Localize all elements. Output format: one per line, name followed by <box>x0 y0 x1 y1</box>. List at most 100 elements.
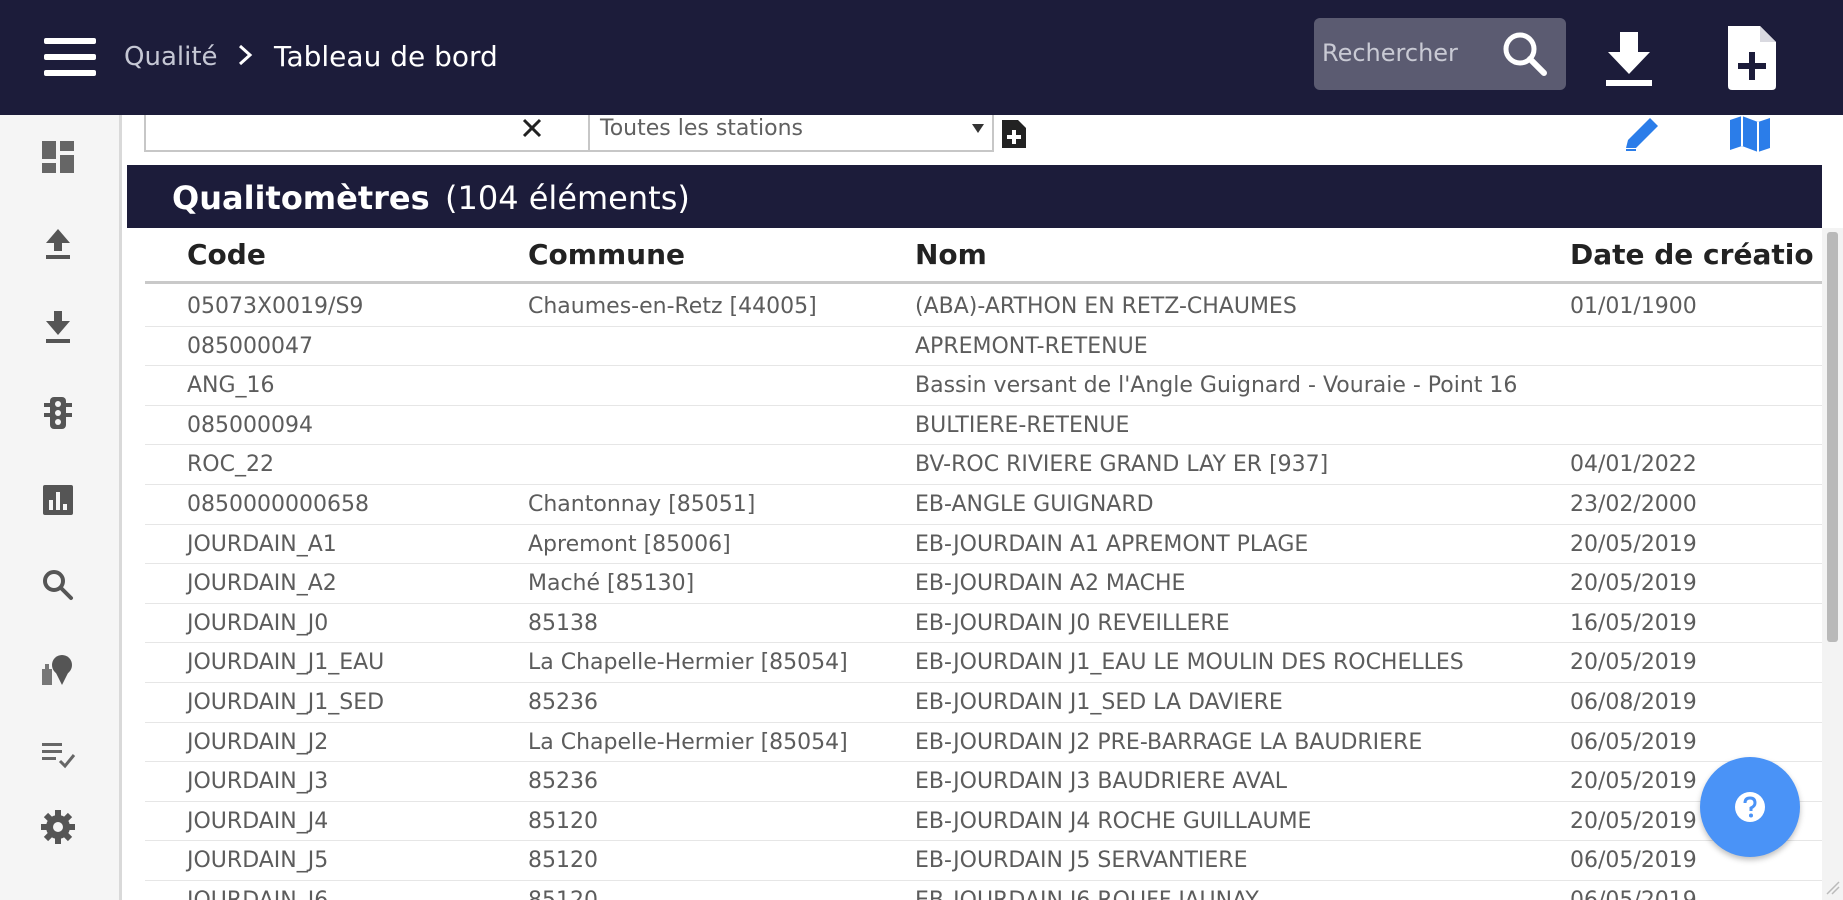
cell-nom: EB-JOURDAIN J2 PRE-BARRAGE LA BAUDRIERE <box>915 729 1423 755</box>
cell-nom: BV-ROC RIVIERE GRAND LAY ER [937] <box>915 452 1329 478</box>
dashboard-icon[interactable] <box>38 137 78 177</box>
table-row[interactable]: JOURDAIN_J2 La Chapelle-Hermier [85054] EB… <box>145 723 1823 763</box>
map-icon[interactable] <box>1726 114 1774 154</box>
cell-code: 085000047 <box>187 333 313 359</box>
cell-commune: La Chapelle-Hermier [85054] <box>528 729 848 755</box>
table-header: Code Commune Nom Date de créatio <box>145 228 1823 284</box>
search-icon[interactable] <box>1498 28 1554 80</box>
cell-commune: Apremont [85006] <box>528 531 731 557</box>
cell-date: 20/05/2019 <box>1570 531 1697 557</box>
table-row[interactable]: 085000094 BULTIERE-RETENUE <box>145 406 1823 446</box>
cell-date: 20/05/2019 <box>1570 808 1697 834</box>
vertical-scrollbar[interactable] <box>1822 228 1843 900</box>
scrollbar-thumb[interactable] <box>1827 232 1838 642</box>
new-document-icon[interactable] <box>1718 20 1786 94</box>
panel-header: Qualitomètres (104 éléments) <box>127 165 1822 228</box>
map-pin-icon[interactable] <box>38 651 78 691</box>
column-header-code[interactable]: Code <box>187 238 266 271</box>
cell-commune: 85236 <box>528 769 598 795</box>
cell-nom: EB-ANGLE GUIGNARD <box>915 492 1154 517</box>
cell-code: JOURDAIN_A2 <box>187 571 337 597</box>
table-row[interactable]: JOURDAIN_J0 85138 EB-JOURDAIN J0 REVEILLER… <box>145 604 1823 644</box>
table-row[interactable]: JOURDAIN_J6 85120 EB-JOURDAIN J6 ROUFF JAU… <box>145 881 1823 900</box>
download-icon[interactable] <box>1596 24 1662 90</box>
table-row[interactable]: ROC_22 BV-ROC RIVIERE GRAND LAY ER [937] 0… <box>145 445 1823 485</box>
table-row[interactable]: JOURDAIN_J1_SED 85236 EB-JOURDAIN J1_SED L… <box>145 683 1823 723</box>
cell-nom: APREMONT-RETENUE <box>915 333 1148 359</box>
cell-nom: EB-JOURDAIN J0 REVEILLERE <box>915 610 1230 636</box>
cell-nom: EB-JOURDAIN A1 APREMONT PLAGE <box>915 531 1309 557</box>
column-header-commune[interactable]: Commune <box>528 238 685 271</box>
gear-icon[interactable] <box>38 807 78 847</box>
table-row[interactable]: JOURDAIN_J4 85120 EB-JOURDAIN J4 ROCHE GUI… <box>145 802 1823 842</box>
station-select[interactable]: Toutes les stations <box>588 112 994 152</box>
help-button[interactable] <box>1700 757 1800 857</box>
table-row[interactable]: 05073X0019/S9 Chaumes-en-Retz [44005] (ABA… <box>145 287 1823 327</box>
column-header-date[interactable]: Date de créatio <box>1570 238 1814 271</box>
cell-date: 06/05/2019 <box>1570 848 1697 874</box>
cell-code: JOURDAIN_J2 <box>187 729 329 755</box>
cell-date: 20/05/2019 <box>1570 650 1697 676</box>
sidebar <box>0 115 122 900</box>
search-box <box>1314 18 1566 90</box>
cell-date: 01/01/1900 <box>1570 294 1697 319</box>
checklist-icon[interactable] <box>38 735 78 775</box>
cell-commune: 85120 <box>528 848 598 874</box>
table-row[interactable]: ANG_16 Bassin versant de l'Angle Guignard… <box>145 366 1823 406</box>
cell-nom: EB-JOURDAIN J4 ROCHE GUILLAUME <box>915 808 1312 834</box>
table-row[interactable]: JOURDAIN_J3 85236 EB-JOURDAIN J3 BAUDRIERE… <box>145 762 1823 802</box>
table-row[interactable]: 0850000000658 Chantonnay [85051] EB-ANGLE … <box>145 485 1823 525</box>
cell-date: 20/05/2019 <box>1570 769 1697 795</box>
cell-date: 16/05/2019 <box>1570 610 1697 636</box>
cell-code: JOURDAIN_A1 <box>187 531 337 557</box>
cell-nom: EB-JOURDAIN J3 BAUDRIERE AVAL <box>915 769 1288 795</box>
cell-code: JOURDAIN_J3 <box>187 769 329 795</box>
cell-commune: Chaumes-en-Retz [44005] <box>528 294 817 319</box>
download-icon[interactable] <box>38 307 78 347</box>
chevron-right-icon <box>238 44 253 66</box>
traffic-light-icon[interactable] <box>38 393 78 433</box>
cell-code: 0850000000658 <box>187 492 369 517</box>
cell-commune: Chantonnay [85051] <box>528 492 756 517</box>
results-table: Code Commune Nom Date de créatio 05073X0… <box>145 228 1823 900</box>
cell-date: 20/05/2019 <box>1570 571 1697 597</box>
cell-code: JOURDAIN_J6 <box>187 888 328 900</box>
cell-nom: EB-JOURDAIN A2 MACHE <box>915 571 1186 597</box>
element-count: (104 éléments) <box>445 179 690 217</box>
breadcrumb-parent[interactable]: Qualité <box>124 42 218 72</box>
cell-code: 085000094 <box>187 412 313 438</box>
cell-date: 04/01/2022 <box>1570 452 1697 478</box>
top-bar: Qualité Tableau de bord <box>0 0 1843 115</box>
table-row[interactable]: JOURDAIN_A2 Maché [85130] EB-JOURDAIN A2 M… <box>145 564 1823 604</box>
file-add-icon[interactable] <box>998 116 1028 152</box>
cell-commune: 85120 <box>528 808 598 834</box>
cell-nom: EB-JOURDAIN J6 ROUFF JAUNAY <box>915 888 1259 900</box>
table-row[interactable]: JOURDAIN_J1_EAU La Chapelle-Hermier [8505… <box>145 643 1823 683</box>
cell-code: JOURDAIN_J1_EAU <box>187 650 385 676</box>
cell-nom: (ABA)-ARTHON EN RETZ-CHAUMES <box>915 294 1297 319</box>
search-icon[interactable] <box>38 565 78 605</box>
edit-icon[interactable] <box>1618 114 1664 154</box>
column-header-nom[interactable]: Nom <box>915 238 987 271</box>
cell-nom: EB-JOURDAIN J5 SERVANTIERE <box>915 848 1248 874</box>
station-select-value: Toutes les stations <box>600 116 803 141</box>
cell-commune: La Chapelle-Hermier [85054] <box>528 650 848 676</box>
hamburger-menu-icon[interactable] <box>40 34 100 80</box>
panel-title: Qualitomètres <box>172 179 430 217</box>
cell-date: 06/05/2019 <box>1570 729 1697 755</box>
upload-icon[interactable] <box>38 223 78 263</box>
table-row[interactable]: JOURDAIN_A1 Apremont [85006] EB-JOURDAIN A… <box>145 525 1823 565</box>
table-row[interactable]: 085000047 APREMONT-RETENUE <box>145 327 1823 367</box>
clear-icon[interactable] <box>518 114 546 142</box>
cell-date: 23/02/2000 <box>1570 492 1697 517</box>
filter-text-input[interactable] <box>144 112 654 152</box>
search-input[interactable] <box>1322 32 1492 74</box>
help-icon <box>1735 792 1765 822</box>
resize-grip-icon[interactable] <box>1821 876 1841 896</box>
page-title: Tableau de bord <box>274 40 498 73</box>
table-row[interactable]: JOURDAIN_J5 85120 EB-JOURDAIN J5 SERVANTIE… <box>145 841 1823 881</box>
cell-date: 06/05/2019 <box>1570 888 1697 900</box>
cell-commune: Maché [85130] <box>528 571 695 597</box>
cell-nom: EB-JOURDAIN J1_SED LA DAVIERE <box>915 690 1283 715</box>
chart-icon[interactable] <box>38 480 78 520</box>
